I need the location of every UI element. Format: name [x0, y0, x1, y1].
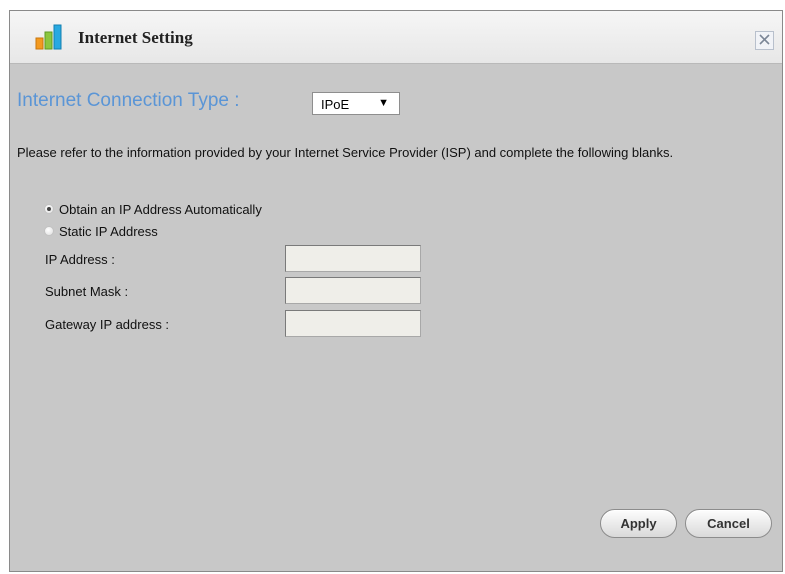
radio-label-static: Static IP Address	[59, 223, 158, 239]
internet-setting-dialog: Internet Setting Internet Connection Typ…	[9, 10, 783, 572]
radio-button-unchecked[interactable]	[44, 226, 54, 236]
subnet-mask-label: Subnet Mask :	[45, 284, 129, 299]
window-title: Internet Setting	[78, 28, 193, 47]
close-icon	[759, 32, 770, 50]
radio-static-ip[interactable]: Static IP Address	[44, 223, 158, 239]
gateway-ip-input[interactable]	[285, 310, 421, 337]
signal-bars-icon	[34, 24, 64, 50]
title-bar: Internet Setting	[10, 11, 782, 64]
ip-address-label: IP Address :	[45, 252, 115, 267]
isp-info-text: Please refer to the information provided…	[17, 145, 674, 160]
connection-type-select[interactable]: IPoE ▼	[312, 92, 400, 115]
ip-address-input[interactable]	[285, 245, 421, 272]
connection-type-heading: Internet Connection Type :	[17, 90, 240, 111]
connection-type-value: IPoE	[321, 97, 350, 112]
apply-button[interactable]: Apply	[600, 509, 677, 538]
radio-obtain-automatically[interactable]: Obtain an IP Address Automatically	[44, 201, 262, 217]
dropdown-arrow-icon: ▼	[378, 97, 389, 109]
gateway-ip-label: Gateway IP address :	[45, 317, 170, 332]
radio-button-checked[interactable]	[44, 204, 54, 214]
subnet-mask-input[interactable]	[285, 277, 421, 304]
close-button[interactable]	[755, 31, 774, 50]
radio-label-obtain: Obtain an IP Address Automatically	[59, 201, 262, 217]
cancel-button[interactable]: Cancel	[685, 509, 772, 538]
